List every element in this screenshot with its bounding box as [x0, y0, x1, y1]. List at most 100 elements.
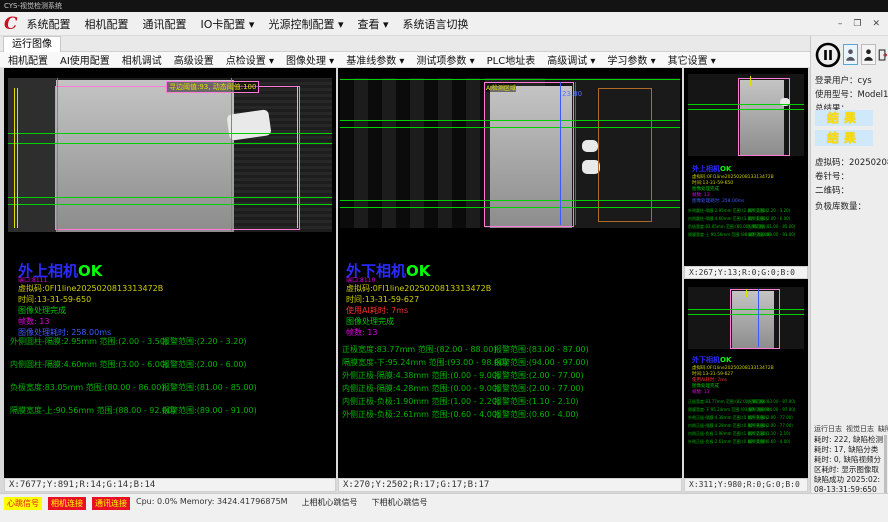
- toolbar-camera-debug[interactable]: 相机调试: [122, 52, 162, 67]
- camera-name: 外下相机: [692, 356, 720, 364]
- toolbar-camera-config[interactable]: 相机配置: [8, 52, 48, 67]
- model-label: 使用型号：Model1: [815, 88, 888, 100]
- pause-button[interactable]: [815, 42, 841, 68]
- vcode-value: 20250208: [849, 158, 888, 168]
- camera-result-title: 外上相机OK: [692, 164, 731, 174]
- window-title: CYS-视觉检测系统: [4, 2, 62, 10]
- measurement-row: 外侧正极-隔膜:4.38mm 范围:(0.00 - 9.00): [342, 370, 500, 381]
- menu-items: 系统配置 相机配置 通讯配置 IO卡配置 ▾ 光源控制配置 ▾ 查看 ▾ 系统语…: [27, 16, 469, 32]
- menu-io-config[interactable]: IO卡配置 ▾: [201, 16, 255, 32]
- exit-button[interactable]: [878, 44, 888, 65]
- minimize-button[interactable]: –: [838, 19, 843, 29]
- close-button[interactable]: ✕: [872, 19, 880, 29]
- process-done-text: 图像处理完成: [18, 305, 66, 316]
- toolbar-advanced-settings[interactable]: 高级设置: [174, 52, 214, 67]
- toolbar-spotcheck-settings[interactable]: 点检设置 ▾: [226, 52, 274, 67]
- mini-view-lower[interactable]: 外下相机OK 虚拟码:0FI1line2025020813313472B 时间:…: [684, 279, 808, 478]
- menu-system-config[interactable]: 系统配置: [27, 16, 71, 32]
- measurement-row: 隔膜宽度-上:90.56mm 范围:(88.00 - 92.00): [10, 405, 175, 416]
- window-controls: – ❐ ✕: [838, 19, 888, 29]
- result-ok: OK: [720, 356, 731, 364]
- alarm-range: 报警范围:(2.00 - 77.00): [494, 370, 584, 381]
- lower-camera-heartbeat-link[interactable]: 下相机心跳信号: [372, 497, 428, 508]
- machine-area: [8, 78, 56, 232]
- time-text: 时间:13-31-59-627: [346, 294, 419, 305]
- log-tabs: 运行日志 视觉日志 缺陷日志: [814, 424, 888, 434]
- tab-run-image[interactable]: 运行图像: [3, 36, 61, 52]
- camera-view-lower[interactable]: 23.80 AI检测区域 外下相机OK 端口:8110 虚拟码:0FI1line…: [338, 68, 682, 478]
- user-dark-icon: [863, 47, 874, 62]
- alarm-range: 报警范围:(89.00 - 91.00): [162, 405, 257, 416]
- result-ok: OK: [720, 165, 731, 173]
- maximize-button[interactable]: ❐: [853, 19, 861, 29]
- menu-light-config[interactable]: 光源控制配置 ▾: [268, 16, 343, 32]
- alarm-range: 报警范围:(2.20 - 3.20): [748, 208, 790, 214]
- gauge-line: [575, 82, 576, 225]
- ref-line: [17, 88, 18, 228]
- toolbar-test-params[interactable]: 测试项参数 ▾: [416, 52, 474, 67]
- alarm-range: 报警范围:(2.00 - 77.00): [748, 423, 793, 429]
- qr-label: 二维码：: [815, 184, 849, 196]
- ai-area-label: AI检测区域: [486, 83, 516, 92]
- toolbar-plc-table[interactable]: PLC地址表: [487, 52, 536, 67]
- user-icon: [845, 47, 856, 62]
- menu-camera-config[interactable]: 相机配置: [85, 16, 129, 32]
- toolbar-learning-params[interactable]: 学习参数 ▾: [607, 52, 655, 67]
- tab-vision-log[interactable]: 视觉日志: [846, 424, 874, 434]
- frame-count-text: 帧数: 13: [18, 316, 49, 327]
- alarm-range: 报警范围:(0.60 - 4.00): [748, 439, 790, 445]
- camera-image-lower[interactable]: 23.80 AI检测区域: [340, 78, 680, 228]
- toolbar-other-settings[interactable]: 其它设置 ▾: [668, 52, 716, 67]
- measurement-row: 隔膜宽度-下:95.24mm 范围:(93.00 - 98.00): [342, 357, 507, 368]
- frame-count-text: 帧数: 13: [692, 389, 710, 395]
- toolbar-image-processing[interactable]: 图像处理 ▾: [286, 52, 334, 67]
- alarm-range: 报警范围:(94.00 - 97.00): [748, 407, 795, 413]
- toolbar-baseline-params[interactable]: 基准线参数 ▾: [346, 52, 404, 67]
- user-lock-button[interactable]: [861, 44, 876, 65]
- alarm-range: 报警范围:(2.00 - 6.00): [748, 216, 790, 222]
- toolbar-ai-config[interactable]: AI使用配置: [60, 52, 110, 67]
- measurement-row: 内侧正极-隔膜:4.28mm 范围:(0.00 - 9.00): [342, 383, 500, 394]
- camera-name: 外上相机: [692, 165, 720, 173]
- roi-rect: [730, 289, 780, 349]
- machine-rollers: [340, 78, 485, 228]
- measure-line: [340, 79, 680, 80]
- ai-time-text: 使用AI耗时: 7ms: [346, 305, 408, 316]
- measurement-row: 负极宽度:83.05mm 范围:(80.00 - 86.00): [10, 382, 164, 393]
- barcode-text: 虚拟码:0FI1line2025020813313472B: [346, 283, 491, 294]
- heartbeat-badge: 心跳信号: [4, 497, 42, 510]
- measure-line: [688, 109, 804, 110]
- threshold-label: 寻边阈值:93, 动态阈值:100: [166, 81, 259, 93]
- result-box-1: 结果: [815, 110, 873, 126]
- mini-camera-image[interactable]: [688, 74, 804, 156]
- pin-label: 卷针号：: [815, 170, 849, 182]
- tab-defect-log[interactable]: 缺陷日志: [878, 424, 888, 434]
- alarm-range: 报警范围:(2.00 - 77.00): [494, 383, 584, 394]
- mini-camera-image[interactable]: [688, 287, 804, 349]
- alarm-range: 报警范围:(2.20 - 3.20): [162, 336, 247, 347]
- upper-camera-heartbeat-link[interactable]: 上相机心跳信号: [302, 497, 358, 508]
- camera-result-title: 外下相机OK: [692, 355, 731, 365]
- mini-view-upper[interactable]: 外上相机OK 虚拟码:0FI1line2025020813313472B 时间:…: [684, 68, 808, 266]
- measure-line: [340, 127, 680, 128]
- exit-door-icon: [878, 47, 888, 63]
- pause-icon: [815, 42, 841, 68]
- login-user-button[interactable]: [843, 44, 858, 65]
- menu-comm-config[interactable]: 通讯配置: [143, 16, 187, 32]
- user-label: 登录用户：cys: [815, 74, 872, 86]
- title-bar: CYS-视觉检测系统: [0, 0, 888, 12]
- tab-run-log[interactable]: 运行日志: [814, 424, 842, 434]
- menu-language-switch[interactable]: 系统语言切换: [403, 16, 469, 32]
- ref-line: [750, 76, 751, 86]
- user-value: cys: [858, 76, 872, 86]
- result-ok: OK: [78, 262, 102, 280]
- menu-view[interactable]: 查看 ▾: [357, 16, 388, 32]
- camera-view-upper[interactable]: 寻边阈值:93, 动态阈值:100 外上相机OK 端口:8111 虚拟码:0FI…: [4, 68, 336, 478]
- process-done-text: 图像处理完成: [346, 316, 394, 327]
- alarm-range: 报警范围:(2.00 - 77.00): [748, 415, 793, 421]
- toolbar-advanced-debug[interactable]: 高级调试 ▾: [547, 52, 595, 67]
- alarm-range: 报警范围:(94.00 - 97.00): [494, 357, 589, 368]
- gauge-line: [560, 82, 561, 225]
- measure-line: [688, 104, 804, 105]
- camera-image-upper[interactable]: 寻边阈值:93, 动态阈值:100: [8, 78, 332, 232]
